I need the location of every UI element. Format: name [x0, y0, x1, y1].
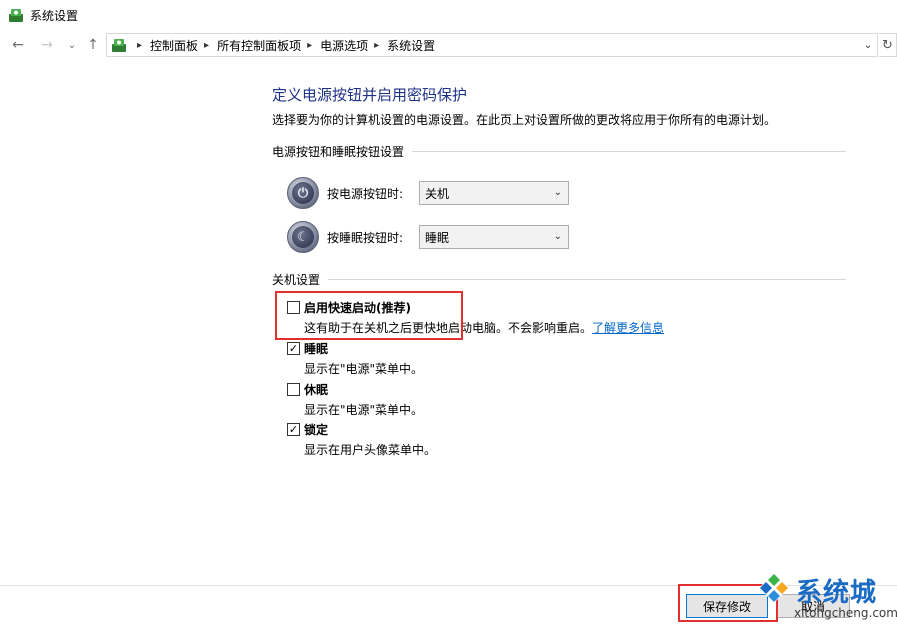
sleep-button-value: 睡眠: [425, 230, 450, 245]
breadcrumb-separator-icon[interactable]: ▸: [374, 40, 379, 51]
power-button-setting: ⏻ 按电源按钮时: 关机 ⌄: [287, 177, 569, 209]
breadcrumb-power-options[interactable]: 电源选项: [320, 37, 368, 54]
control-panel-icon: [112, 39, 126, 52]
fast-startup-highlight-box: [275, 291, 463, 340]
lock-checkbox[interactable]: ✓: [287, 423, 300, 436]
sleep-checkbox[interactable]: ✓: [287, 342, 300, 355]
option-sleep: ✓ 睡眠 显示在"电源"菜单中。: [287, 340, 423, 377]
shutdown-section-header: 关机设置: [272, 271, 846, 288]
sleep-button-icon: ☾: [287, 221, 319, 253]
breadcrumb-separator-icon: ▸: [137, 39, 143, 51]
address-bar[interactable]: ▸ 控制面板 ▸ 所有控制面板项 ▸ 电源选项 ▸ 系统设置 ⌄: [106, 33, 878, 57]
window-title: 系统设置: [30, 8, 79, 23]
title-bar: 系统设置: [0, 0, 897, 30]
control-panel-icon: [9, 9, 23, 22]
breadcrumb-separator-icon[interactable]: ▸: [307, 40, 312, 51]
arrow-left-icon[interactable]: ←: [9, 36, 27, 54]
watermark-logo: 系统城 xitongcheng.com: [756, 568, 897, 624]
lock-description: 显示在用户头像菜单中。: [304, 443, 437, 457]
navigation-bar: ← → ⌄ ↑ ▸ 控制面板 ▸ 所有控制面板项 ▸ 电源选项 ▸ 系统设置 ⌄…: [0, 32, 897, 58]
sleep-button-label: 按睡眠按钮时:: [327, 230, 404, 245]
lock-label[interactable]: 锁定: [304, 421, 328, 438]
shutdown-section-title: 关机设置: [272, 273, 321, 287]
arrow-up-icon[interactable]: ↑: [84, 36, 102, 54]
power-button-select[interactable]: 关机 ⌄: [419, 181, 569, 205]
option-hibernate: 休眠 显示在"电源"菜单中。: [287, 381, 423, 418]
divider: [328, 279, 846, 280]
chevron-down-icon: ⌄: [553, 187, 562, 198]
arrow-right-icon[interactable]: →: [38, 36, 56, 54]
hibernate-checkbox[interactable]: [287, 383, 300, 396]
sleep-button-select[interactable]: 睡眠 ⌄: [419, 225, 569, 249]
sleep-button-setting: ☾ 按睡眠按钮时: 睡眠 ⌄: [287, 221, 569, 253]
page-description: 选择要为你的计算机设置的电源设置。在此页上对设置所做的更改将应用于你所有的电源计…: [272, 113, 777, 127]
breadcrumb-control-panel[interactable]: 控制面板: [150, 37, 198, 54]
sleep-description: 显示在"电源"菜单中。: [304, 362, 424, 376]
breadcrumb-system-settings[interactable]: 系统设置: [387, 37, 435, 54]
power-button-label: 按电源按钮时:: [327, 186, 404, 201]
hibernate-label[interactable]: 休眠: [304, 381, 328, 398]
sleep-label[interactable]: 睡眠: [304, 340, 328, 357]
buttons-section-header: 电源按钮和睡眠按钮设置: [272, 143, 846, 160]
learn-more-link[interactable]: 了解更多信息: [592, 321, 664, 335]
watermark-text: 系统城: [796, 578, 878, 608]
breadcrumb-all-items[interactable]: 所有控制面板项: [217, 37, 301, 54]
watermark-diamond-icon: [759, 573, 789, 603]
power-button-icon: ⏻: [287, 177, 319, 209]
page-title: 定义电源按钮并启用密码保护: [272, 86, 468, 104]
power-button-value: 关机: [425, 186, 450, 201]
option-lock: ✓ 锁定 显示在用户头像菜单中。: [287, 421, 436, 458]
chevron-down-icon: ⌄: [553, 231, 562, 242]
buttons-section-title: 电源按钮和睡眠按钮设置: [272, 145, 405, 159]
refresh-icon[interactable]: ↻: [879, 33, 897, 57]
address-dropdown-icon[interactable]: ⌄: [861, 38, 875, 52]
chevron-down-icon[interactable]: ⌄: [63, 36, 81, 54]
hibernate-description: 显示在"电源"菜单中。: [304, 403, 424, 417]
watermark-url: xitongcheng.com: [794, 606, 897, 620]
breadcrumb-separator-icon[interactable]: ▸: [204, 40, 209, 51]
divider: [412, 151, 846, 152]
